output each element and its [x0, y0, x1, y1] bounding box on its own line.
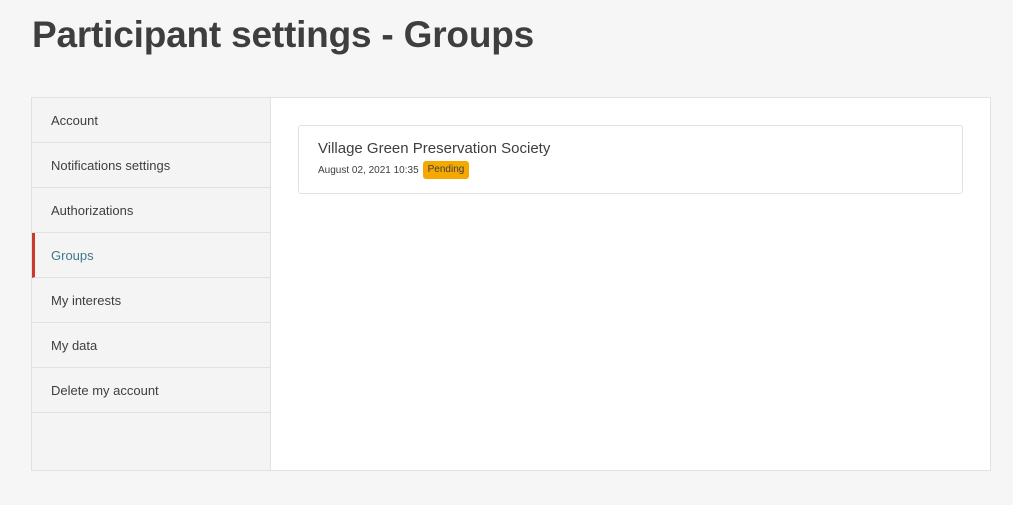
sidebar-item-account[interactable]: Account: [32, 98, 270, 143]
settings-sidebar: Account Notifications settings Authoriza…: [32, 98, 271, 470]
settings-layout: Account Notifications settings Authoriza…: [31, 97, 991, 471]
group-meta: August 02, 2021 10:35 Pending: [318, 161, 943, 179]
page-title: Participant settings - Groups: [32, 14, 534, 55]
sidebar-item-my-interests[interactable]: My interests: [32, 278, 270, 323]
sidebar-item-label: My data: [51, 337, 98, 353]
group-date: August 02, 2021 10:35: [318, 164, 419, 176]
sidebar-item-label: Authorizations: [51, 202, 134, 218]
sidebar-item-notifications-settings[interactable]: Notifications settings: [32, 143, 270, 188]
sidebar-item-label: Groups: [51, 247, 94, 263]
sidebar-item-label: Account: [51, 112, 98, 128]
status-badge: Pending: [422, 161, 470, 179]
sidebar-item-my-data[interactable]: My data: [32, 323, 270, 368]
group-name-link[interactable]: Village Green Preservation Society: [318, 140, 943, 157]
sidebar-item-delete-my-account[interactable]: Delete my account: [32, 368, 270, 413]
sidebar-item-groups[interactable]: Groups: [32, 233, 270, 278]
groups-content: Village Green Preservation Society Augus…: [271, 98, 990, 470]
group-card: Village Green Preservation Society Augus…: [298, 125, 963, 194]
sidebar-item-label: Delete my account: [51, 382, 159, 398]
sidebar-item-label: My interests: [51, 292, 122, 308]
sidebar-item-authorizations[interactable]: Authorizations: [32, 188, 270, 233]
sidebar-item-label: Notifications settings: [51, 157, 171, 173]
